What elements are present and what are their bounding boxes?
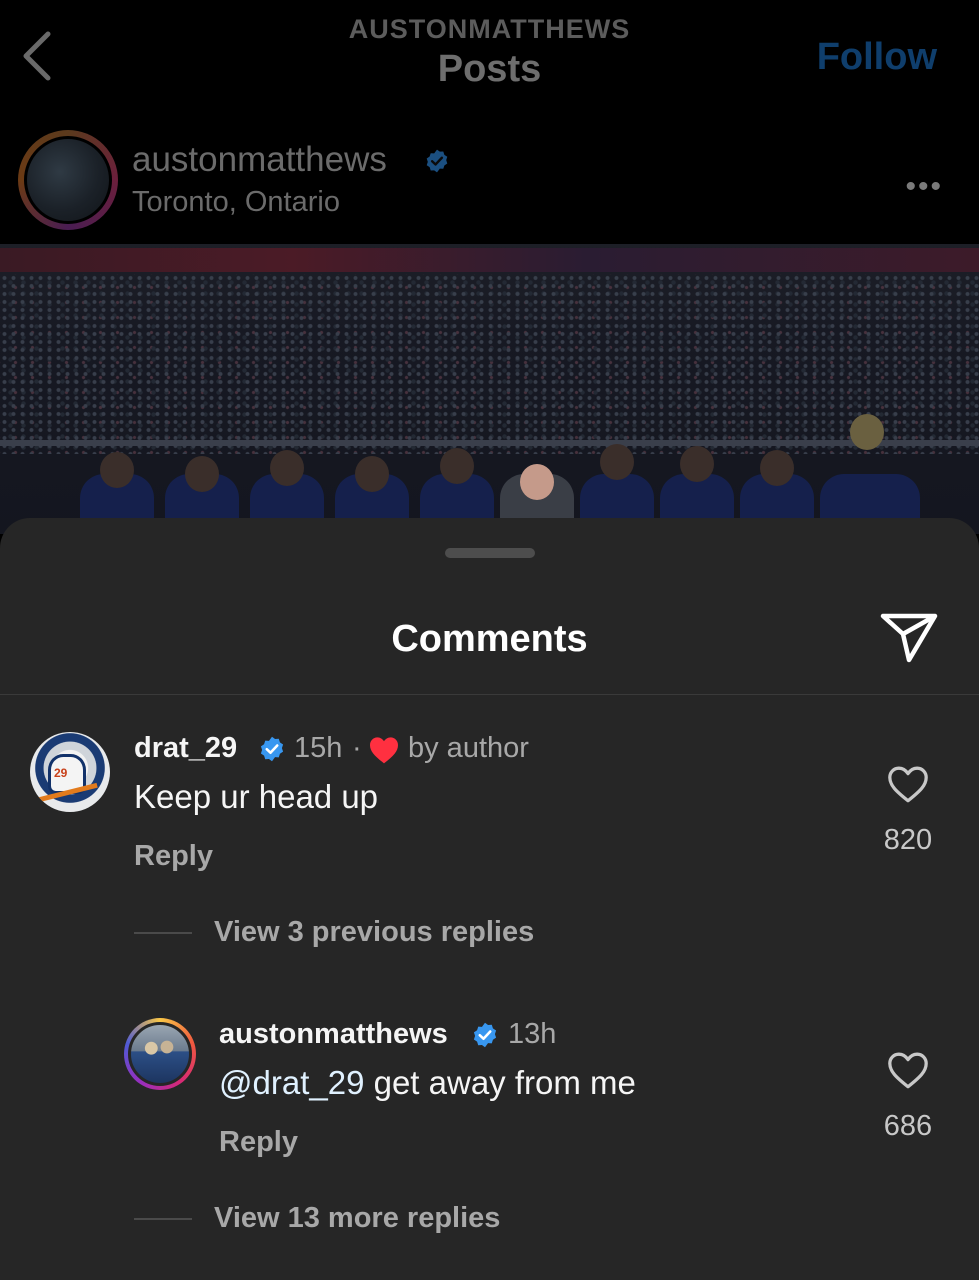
like-count: 820 [883, 824, 933, 856]
verified-badge-icon [260, 736, 284, 762]
like-count: 686 [883, 1110, 933, 1142]
post-header: austonmatthews Toronto, Ontario ••• [0, 122, 979, 242]
comment-username[interactable]: drat_29 [134, 732, 237, 765]
post-author-avatar-photo [24, 136, 112, 224]
follow-button[interactable]: Follow [817, 36, 937, 79]
comments-title: Comments [391, 618, 588, 660]
reply-text-body: get away from me [364, 1064, 636, 1101]
reply-author-avatar[interactable] [124, 1018, 196, 1090]
commenter-avatar[interactable]: 29 [30, 732, 110, 812]
heart-icon[interactable] [886, 1050, 930, 1090]
heart-icon[interactable] [886, 764, 930, 804]
post-location[interactable]: Toronto, Ontario [132, 186, 340, 219]
sheet-drag-handle[interactable] [445, 548, 535, 558]
thread-line [134, 1218, 192, 1220]
reply-timestamp: 13h [508, 1018, 557, 1050]
avatar-jersey-number: 29 [54, 766, 68, 780]
verified-badge-icon [473, 1022, 497, 1048]
liked-heart-icon [370, 737, 398, 764]
arena-banner [0, 248, 979, 272]
top-navigation-bar: AUSTONMATTHEWS Posts Follow [0, 0, 979, 120]
thread-line [134, 932, 192, 934]
reply-author-avatar-photo [128, 1022, 192, 1086]
reply-button[interactable]: Reply [219, 1126, 298, 1159]
view-more-replies-button[interactable]: View 13 more replies [214, 1202, 500, 1235]
post-author-avatar[interactable] [18, 130, 118, 230]
share-send-icon[interactable] [879, 610, 939, 664]
verified-badge-icon [426, 149, 448, 173]
post-author-username[interactable]: austonmatthews [132, 140, 387, 180]
comment-text: Keep ur head up [134, 778, 379, 815]
more-options-icon[interactable]: ••• [905, 170, 943, 204]
reply-button[interactable]: Reply [134, 840, 213, 873]
meta-separator: · [352, 732, 362, 764]
reply-username[interactable]: austonmatthews [219, 1018, 448, 1051]
comments-sheet: Comments 29 drat_29 15h · by author Keep… [0, 518, 979, 1280]
arena-crowd [0, 274, 979, 454]
reply-text: @drat_29 get away from me [219, 1064, 636, 1102]
liked-by-author-label: by author [408, 732, 529, 764]
mention-link[interactable]: @drat_29 [219, 1064, 364, 1101]
view-previous-replies-button[interactable]: View 3 previous replies [214, 916, 534, 949]
post-image[interactable] [0, 244, 979, 534]
sheet-divider [0, 694, 979, 695]
comment-timestamp: 15h [294, 732, 343, 764]
